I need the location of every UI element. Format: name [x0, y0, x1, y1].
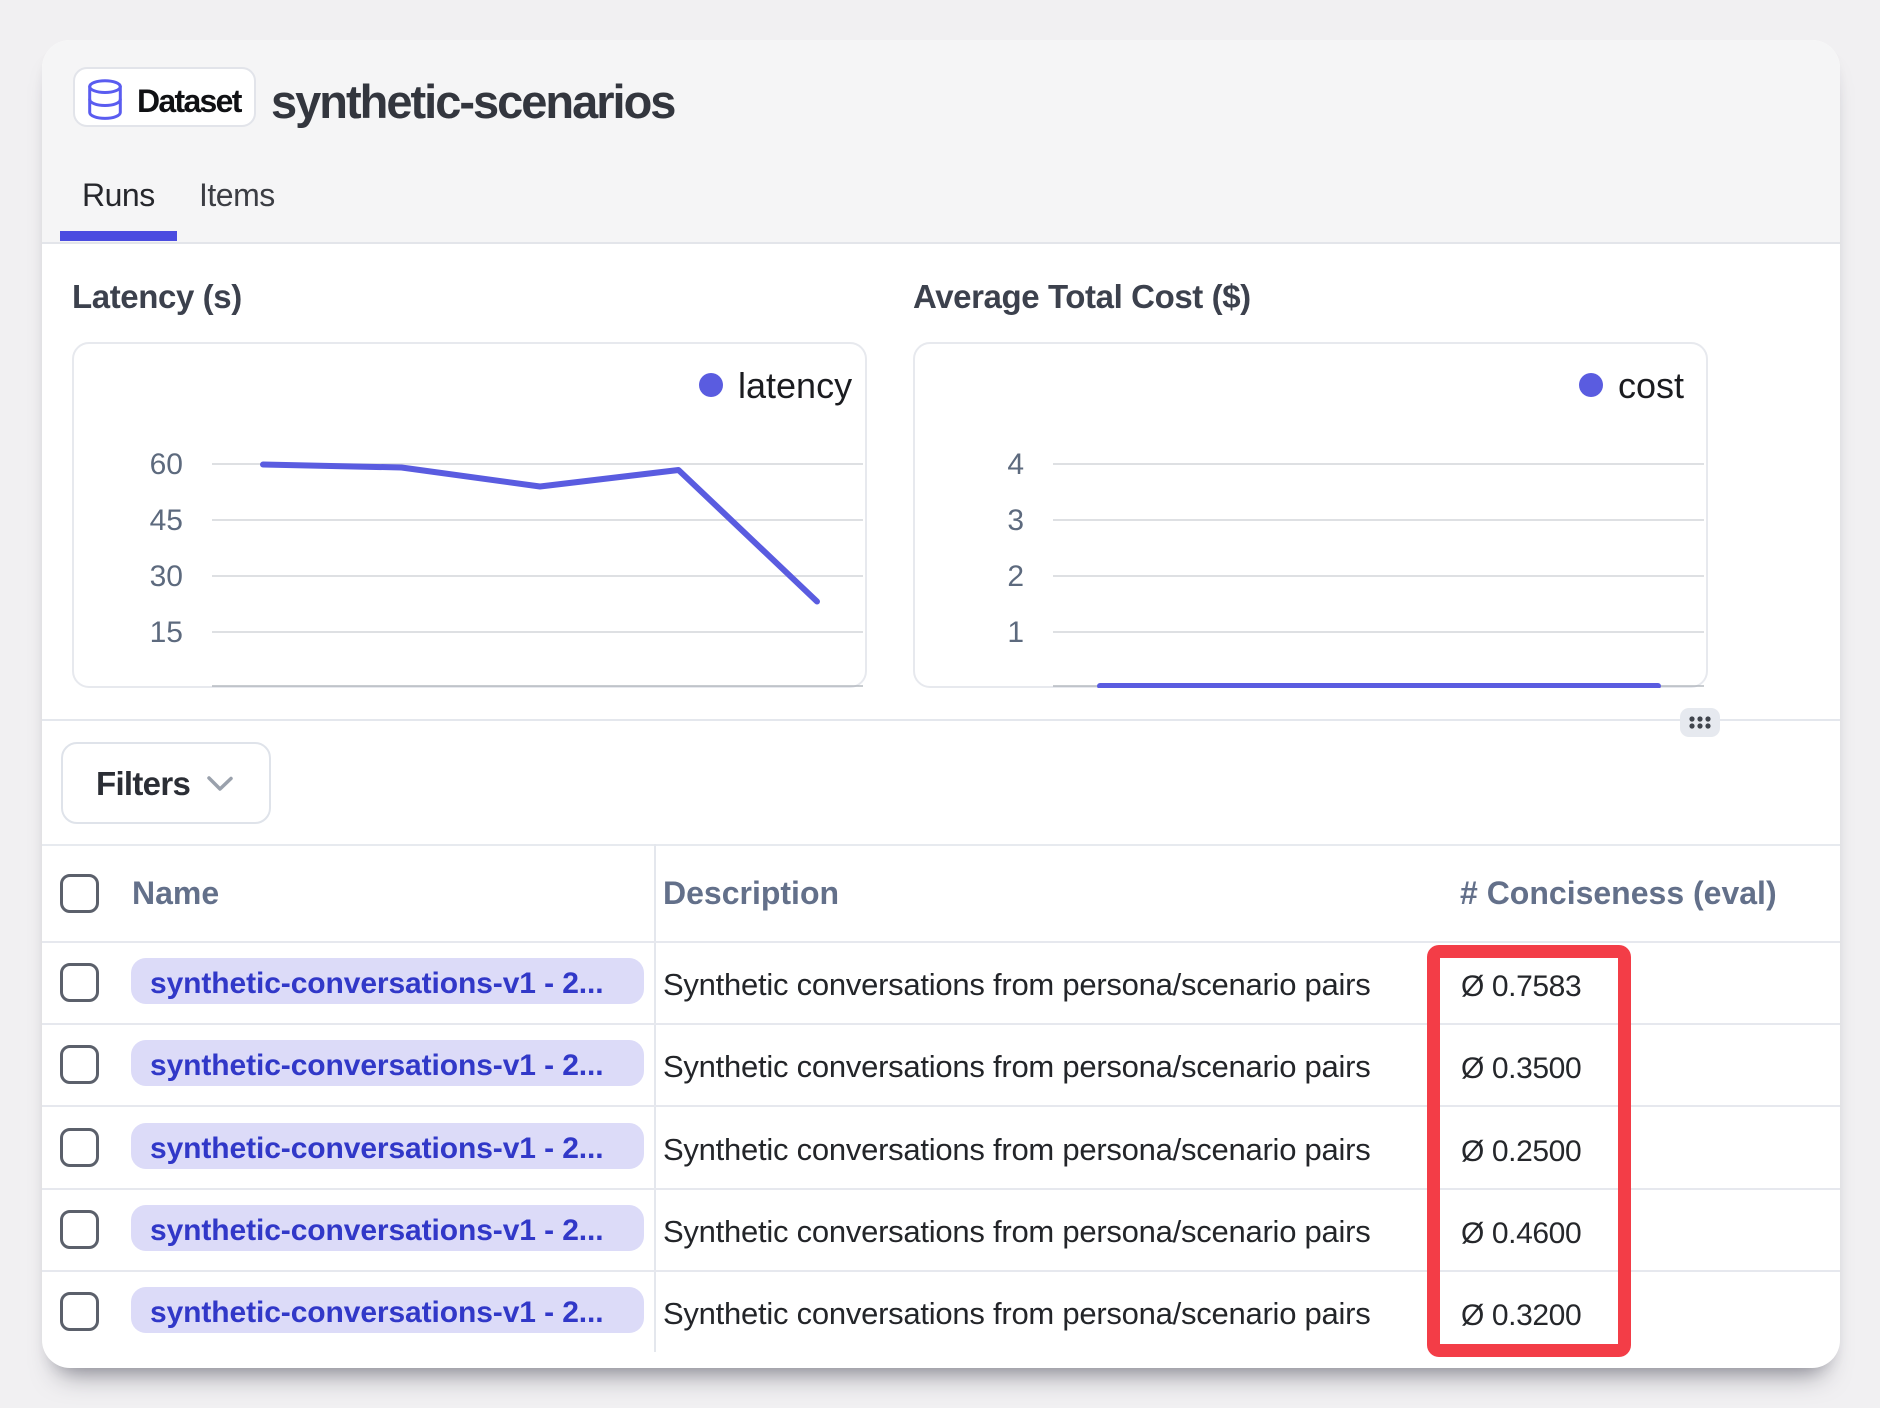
- svg-text:30: 30: [150, 560, 183, 593]
- svg-text:1: 1: [1007, 616, 1024, 649]
- svg-text:cost: cost: [1618, 365, 1684, 406]
- svg-text:4: 4: [1007, 448, 1024, 481]
- svg-text:2: 2: [1007, 560, 1024, 593]
- svg-text:60: 60: [150, 448, 183, 481]
- svg-text:3: 3: [1007, 504, 1024, 537]
- svg-text:45: 45: [150, 504, 183, 537]
- svg-text:latency: latency: [738, 365, 852, 406]
- svg-text:15: 15: [150, 616, 183, 649]
